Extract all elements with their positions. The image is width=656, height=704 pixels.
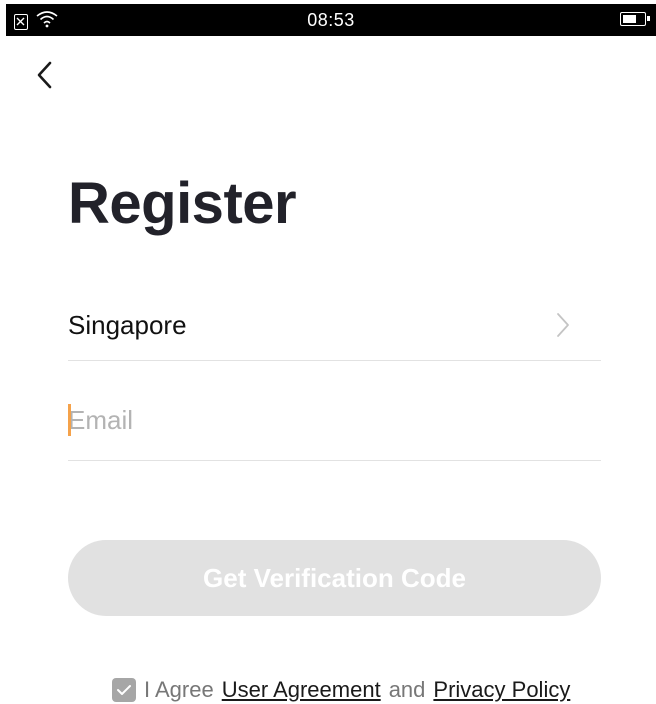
privacy-policy-link[interactable]: Privacy Policy — [433, 677, 570, 703]
country-value: Singapore — [68, 310, 187, 340]
email-field[interactable] — [68, 400, 588, 440]
agreement-row: I Agree User Agreement and Privacy Polic… — [112, 676, 570, 704]
country-selector[interactable]: Singapore — [68, 290, 601, 361]
page-title: Register — [68, 171, 297, 236]
chevron-right-icon — [557, 313, 569, 337]
agree-conjunction-text: and — [388, 677, 426, 702]
back-button[interactable] — [30, 58, 64, 94]
status-time: 08:53 — [307, 10, 355, 30]
status-bar: 08:53 — [6, 4, 656, 36]
agree-checkbox[interactable] — [112, 678, 136, 702]
battery-icon — [620, 12, 650, 26]
checkmark-icon — [117, 685, 131, 695]
text-caret — [68, 404, 71, 436]
agree-prefix-text: I Agree — [144, 677, 214, 702]
chevron-left-icon — [37, 61, 52, 89]
user-agreement-link[interactable]: User Agreement — [222, 677, 381, 703]
get-verification-code-button[interactable]: Get Verification Code — [68, 540, 601, 616]
email-field-row — [68, 392, 601, 461]
